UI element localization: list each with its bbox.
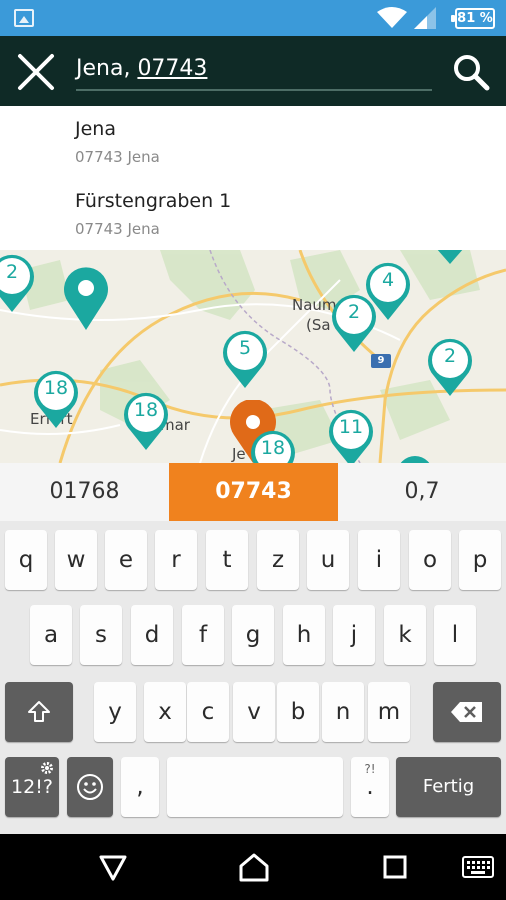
cluster-count: 2 bbox=[5, 261, 19, 283]
key-h[interactable]: h bbox=[283, 605, 325, 665]
suggestion-subtitle: 07743 Jena bbox=[75, 148, 160, 166]
status-bar: 81 % bbox=[0, 0, 506, 36]
map-pin-icon[interactable] bbox=[62, 266, 110, 332]
suggestion-strip: 01768 07743 0,7 bbox=[0, 463, 506, 521]
key-m[interactable]: m bbox=[368, 682, 410, 742]
shift-icon bbox=[28, 701, 50, 722]
cluster-marker[interactable]: 11 bbox=[327, 407, 375, 463]
keyboard-switch-icon[interactable] bbox=[462, 856, 494, 878]
cluster-marker-partial[interactable] bbox=[430, 250, 470, 266]
suggestion-subtitle: 07743 Jena bbox=[75, 220, 160, 238]
key-t[interactable]: t bbox=[206, 530, 248, 590]
key-f[interactable]: f bbox=[182, 605, 224, 665]
emoji-key[interactable] bbox=[67, 757, 113, 817]
wifi-icon bbox=[377, 7, 407, 28]
symbols-key-label: 12!? bbox=[11, 776, 53, 798]
key-r[interactable]: r bbox=[155, 530, 197, 590]
cluster-count: 18 bbox=[133, 399, 159, 421]
cluster-marker[interactable]: 2 bbox=[330, 292, 378, 358]
suggestion-title: Jena bbox=[75, 118, 116, 140]
key-v[interactable]: v bbox=[233, 682, 275, 742]
settings-gear-icon bbox=[41, 762, 53, 774]
emoji-icon bbox=[77, 774, 103, 800]
battery-indicator: 81 % bbox=[451, 8, 495, 29]
cluster-marker[interactable]: 18 bbox=[249, 428, 297, 463]
key-d[interactable]: d bbox=[131, 605, 173, 665]
soft-keyboard: q w e r t z u i o p a s d f g h j k l y … bbox=[0, 521, 506, 834]
cluster-count: 11 bbox=[338, 416, 364, 438]
key-u[interactable]: u bbox=[307, 530, 349, 590]
home-icon[interactable] bbox=[238, 852, 270, 882]
comma-key[interactable]: , bbox=[121, 757, 159, 817]
cluster-marker[interactable]: 18 bbox=[122, 390, 170, 456]
cluster-marker[interactable]: 2 bbox=[426, 336, 474, 402]
cluster-count: 4 bbox=[381, 269, 395, 291]
cluster-marker[interactable]: 18 bbox=[32, 368, 80, 434]
suggestion-item[interactable]: Fürstengraben 1 07743 Jena bbox=[0, 178, 506, 250]
period-key[interactable]: ?! . bbox=[351, 757, 389, 817]
search-input[interactable]: Jena, 07743 bbox=[76, 53, 432, 91]
search-typed-text: Jena, bbox=[76, 56, 138, 81]
key-e[interactable]: e bbox=[105, 530, 147, 590]
suggestion-list: Jena 07743 Jena Fürstengraben 1 07743 Je… bbox=[0, 106, 506, 250]
key-i[interactable]: i bbox=[358, 530, 400, 590]
suggestion-title: Fürstengraben 1 bbox=[75, 190, 232, 212]
backspace-key[interactable] bbox=[433, 682, 501, 742]
cluster-marker[interactable]: 2 bbox=[0, 252, 36, 318]
cluster-marker-partial[interactable] bbox=[395, 454, 435, 463]
recents-icon[interactable] bbox=[382, 854, 408, 880]
backspace-icon bbox=[451, 702, 482, 722]
period-hint: ?! bbox=[364, 762, 376, 776]
symbols-key[interactable]: 12!? bbox=[5, 757, 59, 817]
cluster-count: 5 bbox=[238, 337, 252, 359]
cluster-count: 2 bbox=[443, 345, 457, 367]
suggestion-item[interactable]: Jena 07743 Jena bbox=[0, 106, 506, 178]
gallery-notification-icon bbox=[14, 9, 34, 27]
search-composing-text: 07743 bbox=[137, 56, 208, 81]
key-w[interactable]: w bbox=[55, 530, 97, 590]
map-view[interactable]: Naum (Sa Erfurt mar Je 9 2 4 2 5 2 18 18 bbox=[0, 250, 506, 463]
key-l[interactable]: l bbox=[434, 605, 476, 665]
space-key[interactable] bbox=[167, 757, 343, 817]
cluster-count: 2 bbox=[347, 301, 361, 323]
key-j[interactable]: j bbox=[333, 605, 375, 665]
cluster-marker[interactable]: 5 bbox=[221, 328, 269, 394]
key-q[interactable]: q bbox=[5, 530, 47, 590]
key-b[interactable]: b bbox=[277, 682, 319, 742]
back-icon[interactable] bbox=[98, 854, 128, 882]
key-s[interactable]: s bbox=[80, 605, 122, 665]
map-place-label: (Sa bbox=[306, 316, 331, 334]
key-k[interactable]: k bbox=[384, 605, 426, 665]
key-c[interactable]: c bbox=[187, 682, 229, 742]
key-z[interactable]: z bbox=[257, 530, 299, 590]
signal-icon bbox=[414, 7, 436, 29]
key-x[interactable]: x bbox=[144, 682, 186, 742]
search-app-bar: Jena, 07743 bbox=[0, 36, 506, 106]
search-icon[interactable] bbox=[447, 48, 497, 98]
shift-key[interactable] bbox=[5, 682, 73, 742]
key-a[interactable]: a bbox=[30, 605, 72, 665]
candidate-item[interactable]: 0,7 bbox=[338, 463, 506, 521]
key-g[interactable]: g bbox=[232, 605, 274, 665]
close-icon[interactable] bbox=[10, 46, 62, 98]
cluster-count: 18 bbox=[43, 377, 69, 399]
key-o[interactable]: o bbox=[409, 530, 451, 590]
cluster-count: 18 bbox=[260, 437, 286, 459]
key-n[interactable]: n bbox=[322, 682, 364, 742]
candidate-item[interactable]: 01768 bbox=[0, 463, 169, 521]
key-p[interactable]: p bbox=[459, 530, 501, 590]
system-nav-bar bbox=[0, 834, 506, 900]
done-key[interactable]: Fertig bbox=[396, 757, 501, 817]
candidate-item-selected[interactable]: 07743 bbox=[169, 463, 338, 521]
key-y[interactable]: y bbox=[94, 682, 136, 742]
